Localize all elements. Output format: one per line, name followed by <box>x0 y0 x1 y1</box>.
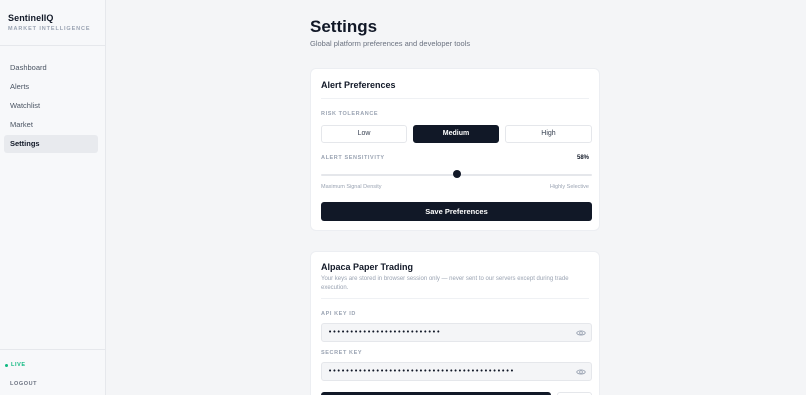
slider-min-label: Maximum Signal Density <box>321 184 382 190</box>
sidebar-item-watchlist[interactable]: Watchlist <box>4 97 98 115</box>
secret-key-field[interactable]: ••••••••••••••••••••••••••••••••••••••••… <box>321 362 592 381</box>
card-divider <box>321 98 589 99</box>
alert-preferences-card: Alert Preferences RISK TOLERANCE Low Med… <box>310 68 600 231</box>
sidebar-item-market[interactable]: Market <box>4 116 98 134</box>
card-title: Alpaca Paper Trading <box>321 262 414 272</box>
alpaca-paper-trading-card: Alpaca Paper Trading Your keys are store… <box>310 251 600 395</box>
risk-option-high[interactable]: High <box>505 125 592 143</box>
brand-subtitle: MARKET INTELLIGENCE <box>8 26 91 32</box>
sidebar: SentinelIQ MARKET INTELLIGENCE Dashboard… <box>0 0 106 395</box>
card-title: Alert Preferences <box>321 80 396 90</box>
save-preferences-button[interactable]: Save Preferences <box>321 202 592 221</box>
sidebar-item-alerts[interactable]: Alerts <box>4 78 98 96</box>
page-subtitle: Global platform preferences and develope… <box>310 39 471 48</box>
risk-tolerance-selector: Low Medium High <box>321 125 592 143</box>
alert-sensitivity-label: ALERT SENSITIVITY <box>321 155 385 161</box>
sidebar-item-settings[interactable]: Settings <box>4 135 98 153</box>
card-description: Your keys are stored in browser session … <box>321 276 569 291</box>
sensitivity-value: 58% <box>576 155 589 161</box>
api-key-value: •••••••••••••••••••••••••• <box>328 328 441 336</box>
live-status: LIVE <box>5 362 26 368</box>
sidebar-nav: Dashboard Alerts Watchlist Market Settin… <box>4 59 98 154</box>
eye-icon[interactable] <box>576 367 586 377</box>
live-dot-icon <box>5 363 8 367</box>
sidebar-footer: LIVE LOGOUT <box>0 349 106 395</box>
slider-max-label: Highly Selective <box>549 184 589 190</box>
api-key-field[interactable]: •••••••••••••••••••••••••• <box>321 323 592 342</box>
brand-name: SentinelIQ <box>8 13 54 23</box>
brand: SentinelIQ MARKET INTELLIGENCE <box>0 0 105 46</box>
page-title: Settings <box>310 17 378 36</box>
api-key-label: API KEY ID <box>321 311 356 317</box>
secret-key-label: SECRET KEY <box>321 350 363 356</box>
eye-icon[interactable] <box>576 328 586 338</box>
logout-button[interactable]: LOGOUT <box>10 381 37 387</box>
secret-key-value: ••••••••••••••••••••••••••••••••••••••••… <box>328 367 515 375</box>
sidebar-item-dashboard[interactable]: Dashboard <box>4 59 98 77</box>
risk-tolerance-label: RISK TOLERANCE <box>321 111 379 117</box>
risk-option-medium[interactable]: Medium <box>413 125 499 143</box>
risk-option-low[interactable]: Low <box>321 125 407 143</box>
card-divider <box>321 298 589 299</box>
sensitivity-slider-thumb[interactable] <box>452 170 461 178</box>
live-label: LIVE <box>11 362 26 368</box>
